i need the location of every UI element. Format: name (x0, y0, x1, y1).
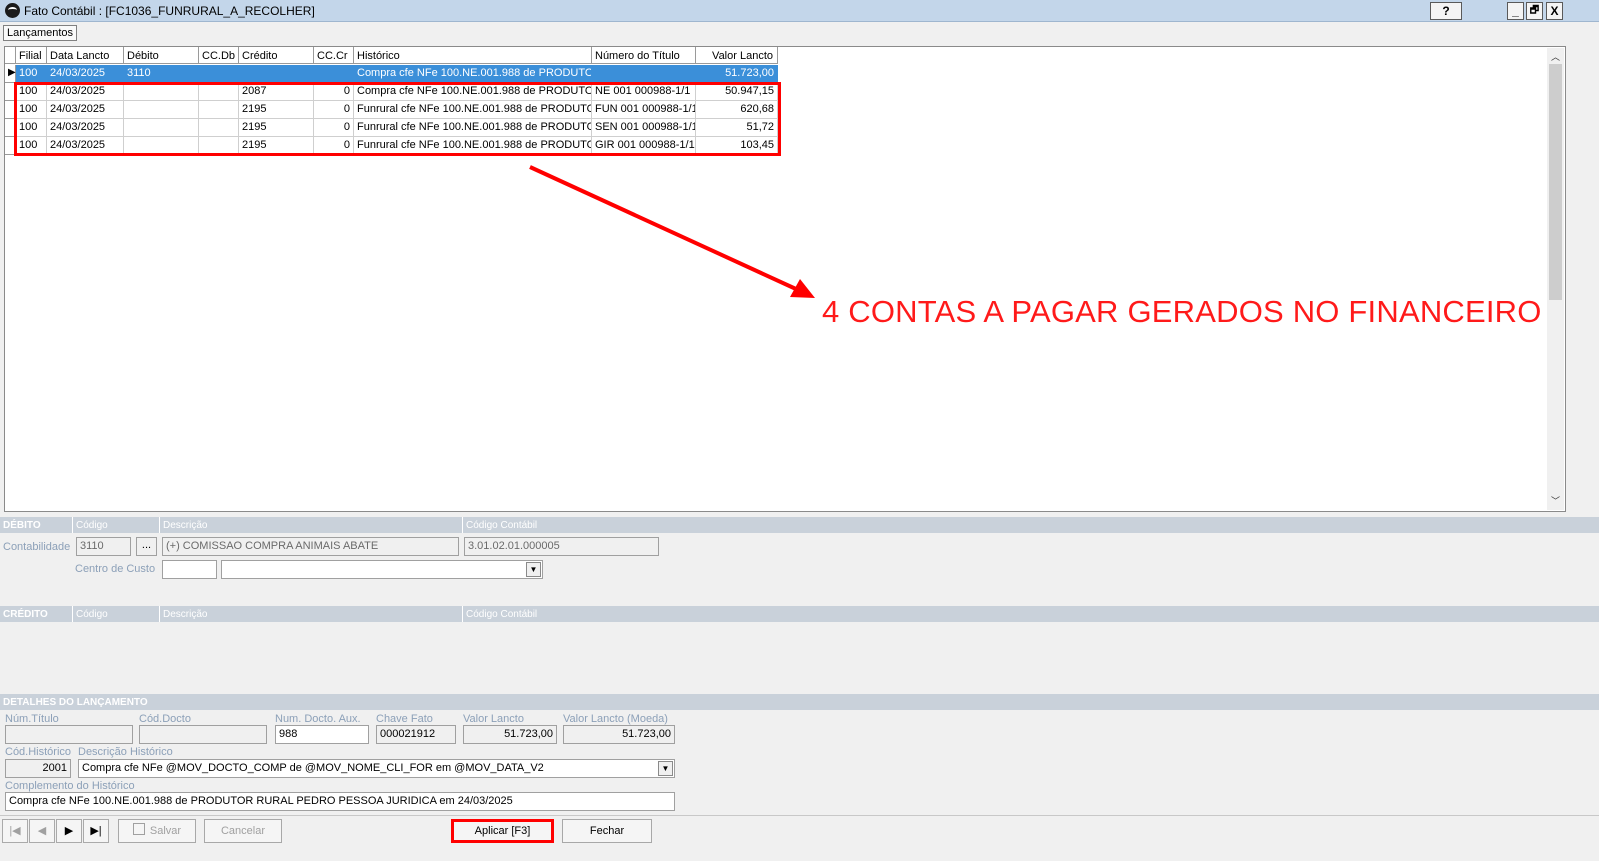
tab-lancamentos[interactable]: Lançamentos (3, 25, 77, 41)
table-cell[interactable]: 100 (16, 65, 47, 83)
num-titulo-field (5, 725, 133, 744)
first-record-button[interactable]: |◀ (2, 819, 28, 843)
salvar-label: Salvar (149, 825, 182, 837)
annotation-text: 4 CONTAS A PAGAR GERADOS NO FINANCEIRO (822, 294, 1542, 329)
prev-record-button[interactable]: ◀ (29, 819, 55, 843)
last-record-button[interactable]: ▶| (83, 819, 109, 843)
next-record-button[interactable]: ▶ (56, 819, 82, 843)
table-cell[interactable] (239, 65, 314, 83)
credito-col-descricao: Descrição (163, 609, 208, 620)
valor-moeda-field: 51.723,00 (563, 725, 675, 744)
highlight-box-rows (14, 82, 781, 156)
divider (159, 517, 160, 533)
table-cell[interactable] (199, 65, 239, 83)
window-title: Fato Contábil : [FC1036_FUNRURAL_A_RECOL… (24, 4, 315, 18)
num-docto-aux-field[interactable]: 988 (275, 725, 369, 744)
valor-lancto-field: 51.723,00 (463, 725, 557, 744)
debito-col-descricao: Descrição (163, 520, 208, 531)
table-cell[interactable]: 51.723,00 (696, 65, 778, 83)
fechar-button[interactable]: Fechar (562, 819, 652, 843)
debito-codigo-contabil-field: 3.01.02.01.000005 (464, 537, 659, 556)
divider (159, 606, 160, 622)
table-cell[interactable]: 24/03/2025 (47, 65, 124, 83)
chevron-down-icon[interactable]: ▼ (658, 761, 673, 776)
num-titulo-label: Núm.Título (5, 713, 59, 725)
valor-lancto-label: Valor Lancto (463, 713, 524, 725)
debito-col-codigo-contabil: Código Contábil (466, 520, 538, 531)
credito-section-label: CRÉDITO (3, 609, 48, 620)
credito-header-bar (0, 606, 1599, 622)
restore-button[interactable]: 🗗 (1526, 2, 1543, 20)
column-header[interactable]: Valor Lancto (696, 47, 778, 64)
header-corner (5, 47, 16, 64)
lookup-button[interactable]: ... (136, 537, 157, 556)
detalhes-header-bar (0, 694, 1599, 710)
column-header[interactable]: Filial (16, 47, 47, 64)
scrollbar-thumb[interactable] (1549, 64, 1562, 300)
debito-col-codigo: Código (76, 520, 108, 531)
close-button[interactable]: X (1546, 2, 1563, 20)
chave-fato-label: Chave Fato (376, 713, 433, 725)
column-header[interactable]: CC.Cr (314, 47, 354, 64)
column-header[interactable]: CC.Db (199, 47, 239, 64)
column-header[interactable]: Data Lancto (47, 47, 124, 64)
column-header[interactable]: Crédito (239, 47, 314, 64)
debito-descricao-field: (+) COMISSAO COMPRA ANIMAIS ABATE (162, 537, 459, 556)
cancelar-button[interactable]: Cancelar (204, 819, 282, 843)
divider (72, 606, 73, 622)
table-cell[interactable]: 3110 (124, 65, 199, 83)
save-icon (132, 823, 145, 835)
scroll-down-icon[interactable]: ﹀ (1551, 494, 1560, 507)
scroll-up-icon[interactable]: ︿ (1551, 50, 1560, 63)
complemento-field[interactable]: Compra cfe NFe 100.NE.001.988 de PRODUTO… (5, 792, 675, 811)
aplicar-button[interactable]: Aplicar [F3] (451, 819, 554, 843)
toolbar-divider (0, 815, 1599, 816)
cod-docto-label: Cód.Docto (139, 713, 191, 725)
desc-historico-select[interactable]: Compra cfe NFe @MOV_DOCTO_COMP de @MOV_N… (78, 759, 675, 778)
minimize-button[interactable]: _ (1507, 2, 1524, 20)
complemento-label: Complemento do Histórico (5, 780, 135, 792)
debito-section-label: DÉBITO (3, 520, 41, 531)
column-header[interactable]: Número do Título (592, 47, 696, 64)
salvar-button[interactable]: Salvar (118, 819, 196, 843)
table-cell[interactable]: Compra cfe NFe 100.NE.001.988 de PRODUTO… (354, 65, 592, 83)
help-button[interactable]: ? (1430, 2, 1462, 20)
centro-custo-code-input[interactable] (162, 560, 217, 579)
valor-moeda-label: Valor Lancto (Moeda) (563, 713, 668, 725)
cod-historico-label: Cód.Histórico (5, 746, 72, 758)
table-cell[interactable] (592, 65, 696, 83)
detalhes-section-label: DETALHES DO LANÇAMENTO (3, 697, 148, 708)
divider (72, 517, 73, 533)
app-logo-icon (5, 3, 20, 18)
divider (462, 517, 463, 533)
chave-fato-field: 000021912 (376, 725, 456, 744)
debito-header-bar (0, 517, 1599, 533)
centro-custo-label: Centro de Custo (75, 563, 156, 575)
divider (462, 606, 463, 622)
row-indicator-icon[interactable]: ▶ (5, 65, 16, 83)
credito-col-codigo-contabil: Código Contábil (466, 609, 538, 620)
cod-docto-field (139, 725, 267, 744)
centro-custo-select[interactable] (221, 560, 543, 579)
num-docto-aux-label: Num. Docto. Aux. (275, 713, 361, 725)
credito-col-codigo: Código (76, 609, 108, 620)
table-cell[interactable] (314, 65, 354, 83)
desc-historico-label: Descrição Histórico (78, 746, 173, 758)
contabilidade-label: Contabilidade (3, 541, 71, 553)
column-header[interactable]: Débito (124, 47, 199, 64)
debito-codigo-field[interactable]: 3110 (76, 537, 131, 556)
column-header[interactable]: Histórico (354, 47, 592, 64)
chevron-down-icon[interactable]: ▼ (526, 562, 541, 577)
cod-historico-field[interactable]: 2001 (5, 759, 71, 778)
